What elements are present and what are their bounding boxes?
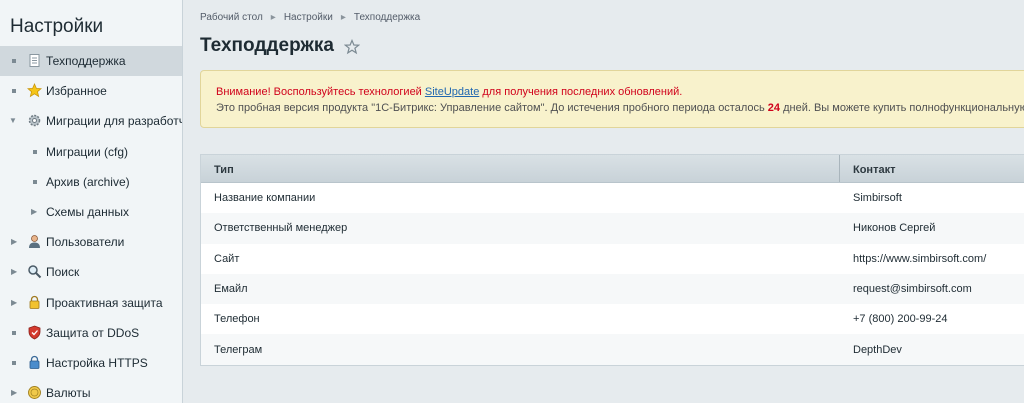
sidebar-menu: Техподдержка Избранное ▼ Миграции для разра… (0, 46, 182, 403)
chevron-right-icon[interactable]: ▶ (31, 207, 39, 217)
sidebar-item-label: Миграции для разработчиков (46, 114, 182, 129)
bullet-icon (12, 89, 16, 94)
table-header: Тип Контакт (201, 155, 1024, 183)
document-icon (27, 53, 42, 68)
siteupdate-link[interactable]: SiteUpdate (425, 86, 479, 98)
trial-days: 24 (767, 102, 781, 114)
trial-notice: Внимание! Воспользуйтесь технологией Sit… (200, 70, 1024, 128)
breadcrumb: Рабочий стол ▸ Настройки ▸ Техподдержка (200, 12, 420, 23)
sidebar-item-label: Техподдержка (46, 54, 126, 68)
cell-contact: Никонов Сергей (853, 222, 936, 235)
contacts-table: Тип Контакт Название компании Simbirsoft О… (200, 154, 1024, 366)
breadcrumb-desktop[interactable]: Рабочий стол (200, 12, 263, 23)
sidebar-item-label: Валюты (46, 386, 91, 401)
bullet-icon (12, 330, 16, 335)
shield-icon (27, 325, 42, 340)
star-icon[interactable] (344, 39, 360, 55)
sidebar-item[interactable]: Избранное (0, 76, 182, 106)
sidebar: Настройки Техподдержка Избранное ▼ Миграции… (0, 0, 183, 403)
sidebar-item[interactable]: ▶ Валюты (0, 378, 182, 403)
sidebar-item-label: Схемы данных (46, 204, 129, 219)
sidebar-item-label: Миграции (cfg) (46, 144, 129, 159)
table-row: Название компании Simbirsoft (201, 183, 1024, 214)
lock-icon (27, 295, 42, 310)
cell-contact: +7 (800) 200-99-24 (853, 313, 948, 326)
search-icon (27, 264, 42, 279)
chevron-right-icon[interactable]: ▶ (11, 267, 19, 277)
notice-trial-text-end: дней. Вы можете купить полнофункциональн… (780, 102, 1024, 114)
sidebar-item[interactable]: Архив (archive) (0, 167, 182, 197)
notice-trial-text: Это пробная версия продукта "1С-Битрикс:… (216, 102, 768, 114)
chevron-right-icon[interactable]: ▶ (11, 388, 19, 398)
sidebar-item[interactable]: Техподдержка (0, 46, 182, 77)
sidebar-item-label: Поиск (46, 265, 80, 280)
notice-warning-text: Внимание! Воспользуйтесь технологией (216, 86, 425, 98)
gear-icon (27, 113, 42, 128)
bullet-icon (12, 59, 16, 63)
sidebar-item-label: Пользователи (46, 235, 125, 250)
sidebar-item[interactable]: ▶ Схемы данных (0, 197, 182, 227)
sidebar-item-label: Защита от DDoS (46, 325, 140, 340)
table-row: Ответственный менеджер Никонов Сергей (201, 213, 1024, 244)
table-row: Телефон +7 (800) 200-99-24 (201, 304, 1024, 335)
cell-type: Сайт (214, 252, 240, 265)
cell-type: Емайл (214, 283, 248, 296)
cell-type: Телеграм (214, 343, 263, 356)
chevron-right-icon[interactable]: ▶ (11, 237, 19, 247)
sidebar-item-label: Избранное (46, 84, 107, 99)
star-icon (26, 83, 43, 98)
notice-trial: Это пробная версия продукта "1С-Битрикс:… (216, 100, 1024, 116)
chevron-down-icon[interactable]: ▼ (9, 116, 17, 126)
sidebar-item[interactable]: Миграции (cfg) (0, 137, 182, 167)
sidebar-item[interactable]: ▶ Пользователи (0, 227, 182, 257)
table-row: Телеграм DepthDev (201, 334, 1024, 365)
sidebar-title: Настройки (10, 16, 104, 37)
padlock-icon (27, 355, 42, 370)
column-header-contact[interactable]: Контакт (840, 155, 1024, 182)
notice-warning: Внимание! Воспользуйтесь технологией Sit… (216, 84, 1024, 100)
table-row: Емайл request@simbirsoft.com (201, 273, 1024, 305)
cell-type: Название компании (214, 192, 316, 205)
column-header-type[interactable]: Тип (201, 155, 840, 182)
sidebar-item-label: Настройка HTTPS (46, 355, 148, 370)
breadcrumb-separator: ▸ (270, 12, 276, 23)
cell-type: Телефон (214, 313, 260, 326)
sidebar-item[interactable]: Настройка HTTPS (0, 348, 182, 378)
cell-contact: Simbirsoft (853, 192, 902, 205)
cell-type: Ответственный менеджер (214, 222, 348, 235)
breadcrumb-support[interactable]: Техподдержка (354, 12, 420, 23)
breadcrumb-settings[interactable]: Настройки (284, 12, 333, 23)
bullet-icon (33, 179, 37, 184)
main-content: Рабочий стол ▸ Настройки ▸ Техподдержка Техп… (184, 0, 1024, 403)
cell-contact: https://www.simbirsoft.com/ (853, 252, 987, 265)
sidebar-item-label: Архив (archive) (46, 174, 130, 189)
sidebar-item-label: Проактивная защита (46, 295, 163, 310)
chevron-right-icon[interactable]: ▶ (11, 298, 19, 308)
sidebar-item[interactable]: ▶ Проактивная защита (0, 288, 182, 318)
sidebar-item[interactable]: ▼ Миграции для разработчиков (0, 106, 182, 136)
notice-warning-text-end: для получения последних обновлений. (479, 86, 683, 98)
cell-contact: DepthDev (853, 343, 902, 356)
page-title: Техподдержка (200, 35, 334, 56)
table-row: Сайт https://www.simbirsoft.com/ (201, 243, 1024, 274)
breadcrumb-separator: ▸ (340, 12, 346, 23)
sidebar-item[interactable]: ▶ Поиск (0, 257, 182, 287)
bullet-icon (12, 360, 16, 365)
bullet-icon (33, 149, 37, 154)
coin-icon (27, 385, 42, 400)
table-body: Название компании Simbirsoft Ответственный… (201, 183, 1024, 365)
cell-contact: request@simbirsoft.com (853, 283, 972, 296)
sidebar-item[interactable]: Защита от DDoS (0, 318, 182, 348)
user-icon (27, 234, 42, 249)
